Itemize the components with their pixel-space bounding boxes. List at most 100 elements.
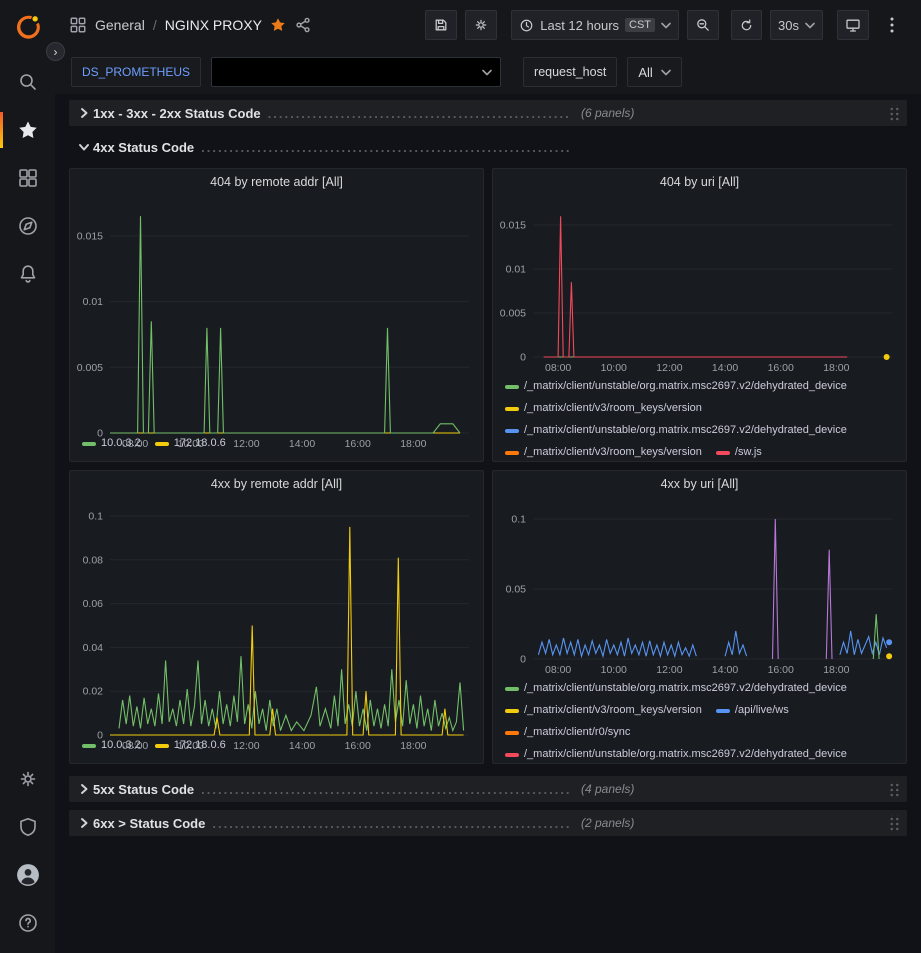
time-series-chart: 00.0050.010.01508:0010:0012:0014:0016:00… — [493, 195, 906, 375]
clock-icon — [519, 18, 534, 33]
datasource-variable-select[interactable] — [211, 57, 501, 87]
favorite-star-icon[interactable] — [270, 17, 286, 33]
sidebar-item-starred[interactable] — [0, 106, 55, 154]
series-label: /_matrix/client/unstable/org.matrix.msc2… — [524, 679, 847, 698]
series-label: /_matrix/client/v3/room_keys/version — [524, 399, 702, 418]
legend-item[interactable]: /_matrix/client/v3/room_keys/version — [505, 701, 702, 720]
series-line — [119, 656, 464, 731]
y-axis-tick-label: 0 — [520, 352, 526, 364]
sidebar-item-server-admin[interactable] — [0, 803, 55, 851]
more-options-kebab-button[interactable] — [877, 10, 907, 40]
chevron-down-icon — [805, 22, 815, 29]
refresh-dashboard-button[interactable] — [731, 10, 762, 40]
datasource-variable-label[interactable]: DS_PROMETHEUS — [71, 57, 201, 87]
compass-icon — [17, 215, 39, 237]
zoom-out-time-button[interactable] — [687, 10, 719, 40]
panel-title[interactable]: 4xx by remote addr [All] — [70, 471, 483, 497]
sidebar-item-configuration[interactable] — [0, 755, 55, 803]
legend-item[interactable]: /_matrix/client/unstable/org.matrix.msc2… — [505, 745, 847, 763]
x-axis-tick-label: 10:00 — [601, 664, 627, 676]
chevron-down-icon — [661, 69, 671, 76]
panel-grid: 404 by remote addr [All] 00.0050.010.015… — [69, 168, 907, 764]
x-axis-tick-label: 14:00 — [289, 438, 315, 450]
panel-title[interactable]: 404 by uri [All] — [493, 169, 906, 195]
series-color-swatch — [505, 407, 519, 411]
row-title: 1xx - 3xx - 2xx Status Code — [93, 106, 261, 121]
sidebar-item-help[interactable] — [0, 899, 55, 947]
save-dashboard-button[interactable] — [425, 10, 457, 40]
time-range-picker[interactable]: Last 12 hours CST — [511, 10, 679, 40]
breadcrumb-folder[interactable]: General — [95, 17, 145, 33]
x-axis-tick-label: 16:00 — [768, 362, 794, 374]
gear-icon — [17, 768, 39, 790]
chevron-down-icon — [75, 141, 93, 153]
row-drag-handle[interactable] — [888, 815, 900, 831]
row-header-6xx-status-code[interactable]: 6xx > Status Code ......................… — [69, 810, 907, 836]
y-axis-tick-label: 0.01 — [83, 296, 104, 308]
row-title: 4xx Status Code — [93, 140, 194, 155]
series-label: /_matrix/client/v3/room_keys/version — [524, 443, 702, 461]
plot-area[interactable]: 00.0050.010.01508:0010:0012:0014:0016:00… — [70, 195, 483, 432]
save-icon — [433, 17, 449, 33]
panel-title[interactable]: 404 by remote addr [All] — [70, 169, 483, 195]
row-header-4xx-status-code[interactable]: 4xx Status Code ........................… — [69, 134, 907, 160]
series-color-swatch — [505, 753, 519, 757]
time-range-label: Last 12 hours — [540, 18, 619, 33]
sidebar-expand-button[interactable]: › — [46, 42, 65, 61]
tv-kiosk-mode-button[interactable] — [837, 10, 869, 40]
series-label: /api/live/ws — [735, 701, 789, 720]
panel-404-by-uri: 404 by uri [All] 00.0050.010.01508:0010:… — [492, 168, 907, 462]
y-axis-tick-label: 0.04 — [83, 642, 104, 654]
chevron-right-icon — [75, 817, 93, 829]
legend-item[interactable]: /_matrix/client/v3/room_keys/version — [505, 399, 702, 418]
dashboard-settings-button[interactable] — [465, 10, 497, 40]
breadcrumb-separator: / — [153, 17, 157, 33]
series-line — [544, 216, 847, 357]
sidebar-item-profile[interactable] — [0, 851, 55, 899]
legend-item[interactable]: /_matrix/client/r0/sync — [505, 723, 630, 742]
legend-item[interactable]: /sw.js — [716, 443, 762, 461]
timezone-badge: CST — [625, 18, 655, 32]
x-axis-tick-label: 16:00 — [345, 740, 371, 752]
sidebar-item-dashboards[interactable] — [0, 154, 55, 202]
grafana-logo[interactable] — [11, 10, 45, 44]
plot-area[interactable]: 00.0050.010.01508:0010:0012:0014:0016:00… — [493, 195, 906, 375]
legend-item[interactable]: /_matrix/client/v3/room_keys/version — [505, 443, 702, 461]
row-header-1xx-3xx-2xx-status-code[interactable]: 1xx - 3xx - 2xx Status Code ............… — [69, 100, 907, 126]
row-dots: ........................................… — [212, 816, 569, 831]
row-header-5xx-status-code[interactable]: 5xx Status Code ........................… — [69, 776, 907, 802]
sidebar-item-search[interactable] — [0, 58, 55, 106]
row-drag-handle[interactable] — [888, 781, 900, 797]
gear-icon — [473, 17, 489, 33]
panel-title[interactable]: 4xx by uri [All] — [493, 471, 906, 497]
breadcrumb-dashboard-title: NGINX PROXY — [165, 17, 262, 33]
y-axis-tick-label: 0 — [97, 730, 103, 742]
sidebar-item-explore[interactable] — [0, 202, 55, 250]
share-icon[interactable] — [294, 16, 312, 34]
series-color-swatch — [505, 731, 519, 735]
search-icon — [17, 71, 39, 93]
series-line — [840, 631, 887, 655]
bell-icon — [17, 263, 39, 285]
x-axis-tick-label: 14:00 — [712, 362, 738, 374]
legend-item[interactable]: /api/live/ws — [716, 701, 789, 720]
chevron-right-icon — [75, 783, 93, 795]
sidebar-item-alerting[interactable] — [0, 250, 55, 298]
legend-item[interactable]: /_matrix/client/unstable/org.matrix.msc2… — [505, 377, 847, 396]
row-drag-handle[interactable] — [888, 105, 900, 121]
y-axis-tick-label: 0.015 — [500, 220, 526, 232]
refresh-interval-picker[interactable]: 30s — [770, 10, 823, 40]
x-axis-tick-label: 10:00 — [178, 438, 204, 450]
x-axis-tick-label: 12:00 — [233, 438, 259, 450]
x-axis-tick-label: 08:00 — [545, 362, 571, 374]
y-axis-tick-label: 0.05 — [506, 584, 527, 596]
grafana-logo-icon — [14, 13, 42, 41]
plot-area[interactable]: 00.020.040.060.080.108:0010:0012:0014:00… — [70, 497, 483, 734]
request-host-variable-select[interactable]: All — [627, 57, 681, 87]
x-axis-tick-label: 12:00 — [656, 362, 682, 374]
legend-item[interactable]: /_matrix/client/unstable/org.matrix.msc2… — [505, 679, 847, 698]
plot-area[interactable]: 00.050.108:0010:0012:0014:0016:0018:00 — [493, 497, 906, 677]
row-dots: ........................................… — [201, 782, 569, 797]
legend-item[interactable]: /_matrix/client/unstable/org.matrix.msc2… — [505, 421, 847, 440]
panel-4xx-by-uri: 4xx by uri [All] 00.050.108:0010:0012:00… — [492, 470, 907, 764]
